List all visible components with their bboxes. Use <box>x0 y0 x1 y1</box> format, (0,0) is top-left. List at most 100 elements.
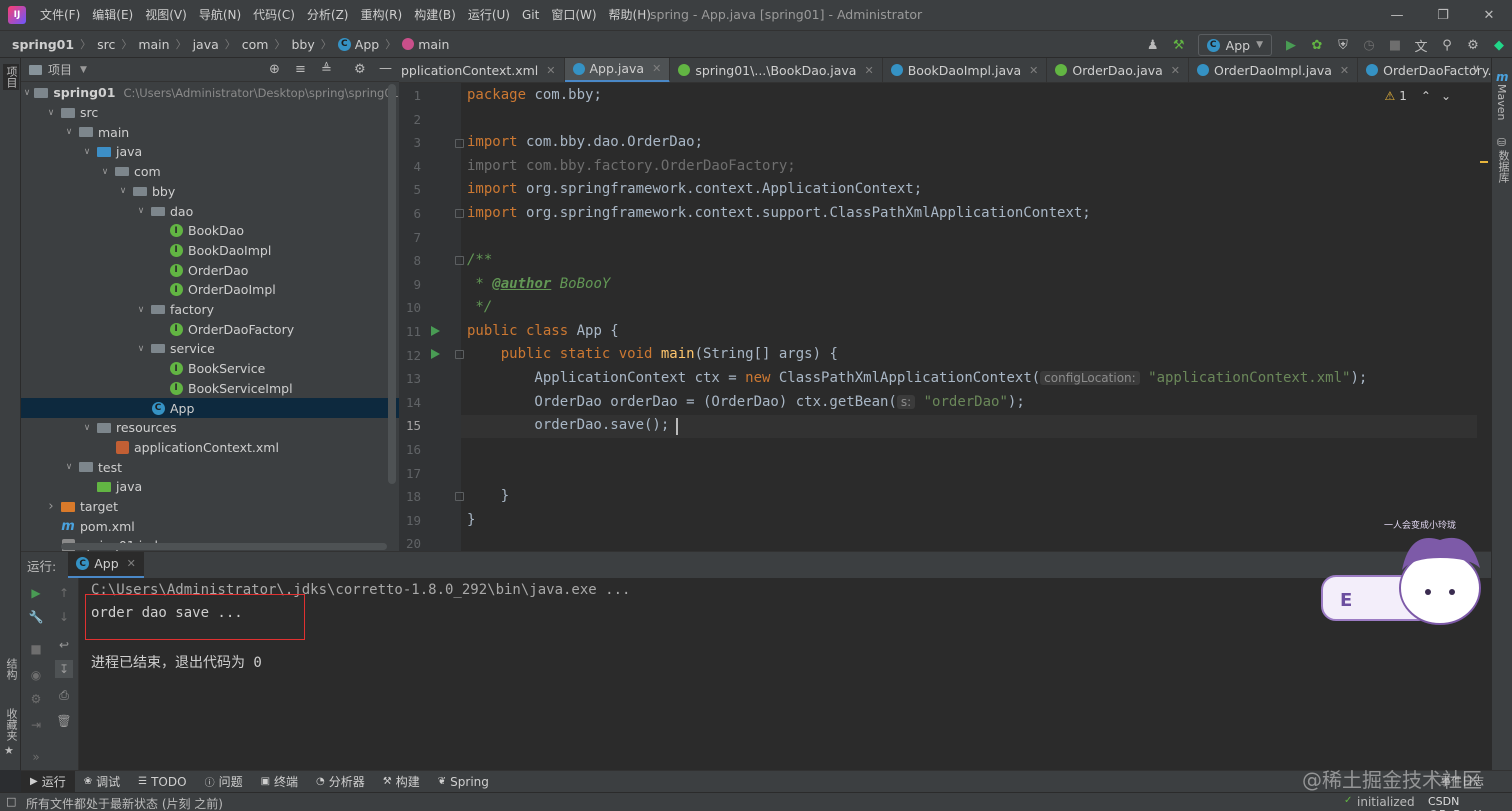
bottom-tool-run[interactable]: ▶ 运行 <box>21 770 75 793</box>
run-class-gutter-icon[interactable] <box>431 326 440 336</box>
run-configuration-select[interactable]: C App ▼ <box>1197 34 1272 56</box>
breadcrumb-method[interactable]: main <box>402 37 449 52</box>
stop-icon[interactable]: ■ <box>1384 34 1406 56</box>
tree-item[interactable]: ∨ spring01 C:\Users\Administrator\Desktop\… <box>21 83 399 103</box>
structure-tool-tab[interactable]: 结构 <box>3 658 19 680</box>
close-tab-icon[interactable]: ✕ <box>127 557 136 570</box>
breadcrumb-src[interactable]: src <box>97 37 115 52</box>
print-icon[interactable]: ⎙ <box>55 686 73 704</box>
chevron-down-icon[interactable]: ∨ <box>81 147 93 157</box>
chevron-down-icon[interactable]: ▼ <box>80 65 87 75</box>
scroll-to-end-icon[interactable]: ↧ <box>55 660 73 678</box>
tree-item[interactable]: C App <box>21 398 399 418</box>
tree-item[interactable]: I BookDao <box>21 221 399 241</box>
camera-icon[interactable]: ◉ <box>27 666 45 684</box>
bottom-tool-debug[interactable]: ❀ 调试 <box>75 771 129 793</box>
breadcrumb-bby[interactable]: bby <box>291 37 314 52</box>
tree-item[interactable]: m pom.xml <box>21 516 399 536</box>
menu-run[interactable]: 运行(U) <box>462 0 516 30</box>
coverage-icon[interactable]: ⛨ <box>1332 34 1354 56</box>
menu-window[interactable]: 窗口(W) <box>545 0 602 30</box>
chevron-down-icon[interactable]: ∨ <box>135 344 147 354</box>
stop-icon[interactable]: ■ <box>27 640 45 658</box>
code-editor[interactable]: 1 2 3 4 5 6 7 8 9 10 11 12 13 14 15 16 17 18 19 20 package … <box>399 83 1491 551</box>
plugin-icon[interactable]: ◆ <box>1488 34 1510 56</box>
run-main-gutter-icon[interactable] <box>431 349 440 359</box>
breadcrumb-app[interactable]: C App <box>337 37 379 52</box>
close-tab-icon[interactable]: ✕ <box>1340 64 1349 77</box>
tree-item[interactable]: ∨ test <box>21 457 399 477</box>
exit-icon[interactable]: ⇥ <box>27 716 45 734</box>
gear-icon[interactable]: ⚙ <box>354 62 366 77</box>
menu-view[interactable]: 视图(V) <box>139 0 193 30</box>
editor-tab[interactable]: spring01\...\BookDao.java ✕ <box>670 58 883 82</box>
chevron-right-icon[interactable]: › <box>45 499 57 514</box>
previous-highlight-icon[interactable]: ⌃ <box>1421 89 1431 103</box>
build-hammer-icon[interactable]: ⚒ <box>1168 34 1190 56</box>
chevron-down-icon[interactable]: ∨ <box>135 206 147 216</box>
status-initialized[interactable]: initialized <box>1357 795 1415 809</box>
breadcrumb-java[interactable]: java <box>193 37 219 52</box>
close-tab-icon[interactable]: ✕ <box>864 64 873 77</box>
editor-tab[interactable]: pplicationContext.xml ✕ <box>399 58 565 82</box>
wrench-icon[interactable]: 🔧 <box>27 608 45 626</box>
menu-refactor[interactable]: 重构(R) <box>355 0 409 30</box>
menu-file[interactable]: 文件(F) <box>34 0 86 30</box>
user-icon[interactable]: ♟ <box>1142 34 1164 56</box>
settings-icon[interactable]: ⚙ <box>27 690 45 708</box>
tree-scrollbar[interactable] <box>388 84 396 484</box>
chevron-down-icon[interactable]: ∨ <box>63 462 75 472</box>
run-console[interactable]: ▶ ↑ 🔧 ↓ ■ ↩ ◉ ↧ ⚙ ⎙ ⇥ 🗑 » C:\Users\Admin… <box>21 578 1491 770</box>
menu-analyze[interactable]: 分析(Z) <box>301 0 355 30</box>
chevron-down-icon[interactable]: ∨ <box>63 127 75 137</box>
editor-tab[interactable]: App.java ✕ <box>564 58 671 82</box>
bottom-tool-terminal[interactable]: ▣ 终端 <box>252 771 307 793</box>
close-tab-icon[interactable]: ✕ <box>546 64 555 77</box>
menu-code[interactable]: 代码(C) <box>247 0 301 30</box>
close-tab-icon[interactable]: ✕ <box>1029 64 1038 77</box>
tree-item[interactable]: › target <box>21 497 399 517</box>
fold-marker-icon[interactable] <box>455 350 464 359</box>
tree-item[interactable]: java <box>21 477 399 497</box>
warning-marker[interactable] <box>1480 161 1488 163</box>
profile-icon[interactable]: ◷ <box>1358 34 1380 56</box>
locate-icon[interactable]: ⊕ <box>269 62 280 77</box>
tree-item[interactable]: I BookDaoImpl <box>21 241 399 261</box>
run-icon[interactable]: ▶ <box>1280 34 1302 56</box>
tree-item[interactable]: I OrderDao <box>21 260 399 280</box>
editor-tab[interactable]: BookDaoImpl.java ✕ <box>883 58 1048 82</box>
tree-item[interactable]: ∨ com <box>21 162 399 182</box>
editor-scrollbar[interactable] <box>1477 83 1491 551</box>
menu-navigate[interactable]: 导航(N) <box>193 0 247 30</box>
layout-icon[interactable]: □ <box>6 795 16 808</box>
trash-icon[interactable]: 🗑 <box>55 712 73 730</box>
tree-item[interactable]: ∨ bby <box>21 182 399 202</box>
tree-item[interactable]: I BookServiceImpl <box>21 379 399 399</box>
menu-git[interactable]: Git <box>516 0 545 30</box>
bookmarks-tool-tab[interactable]: 收藏夹 <box>3 708 19 741</box>
scroll-down-icon[interactable]: ↓ <box>55 608 73 626</box>
status-message[interactable]: 所有文件都处于最新状态 (片刻 之前) <box>26 795 223 811</box>
project-panel-title[interactable]: 项目 <box>48 61 72 78</box>
editor-tab[interactable]: OrderDao.java ✕ <box>1047 58 1190 82</box>
minimize-button[interactable]: — <box>1374 0 1420 30</box>
scroll-up-icon[interactable]: ↑ <box>55 584 73 602</box>
translate-icon[interactable]: 文 <box>1410 34 1432 56</box>
bottom-tool-problems[interactable]: ⓘ 问题 <box>196 771 252 793</box>
more-icon[interactable]: » <box>27 748 45 766</box>
search-icon[interactable]: ⚲ <box>1436 34 1458 56</box>
project-tool-tab[interactable]: 项目 <box>3 64 19 90</box>
tree-item[interactable]: ∨ factory <box>21 300 399 320</box>
fold-marker-icon[interactable] <box>455 209 464 218</box>
inspection-widget[interactable]: ⚠ 1 ⌃ ⌄ <box>1384 89 1451 103</box>
tree-item[interactable]: I OrderDaoImpl <box>21 280 399 300</box>
debug-icon[interactable]: ✿ <box>1306 34 1328 56</box>
fold-marker-icon[interactable] <box>455 256 464 265</box>
soft-wrap-icon[interactable]: ↩ <box>55 636 73 654</box>
chevron-down-icon[interactable]: ∨ <box>81 423 93 433</box>
chevron-down-icon[interactable]: ∨ <box>99 167 111 177</box>
hide-panel-icon[interactable]: — <box>379 61 392 76</box>
tree-item[interactable]: I BookService <box>21 359 399 379</box>
chevron-down-icon[interactable]: ∨ <box>135 305 147 315</box>
close-tab-icon[interactable]: ✕ <box>1171 64 1180 77</box>
